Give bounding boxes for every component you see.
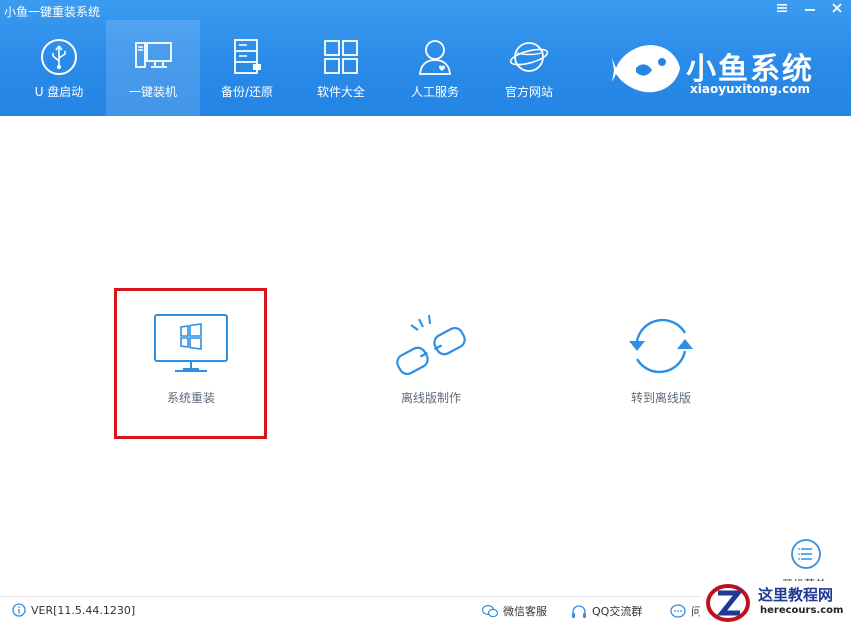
usb-icon: [41, 39, 77, 75]
headset-icon: [572, 604, 586, 618]
nav-item-usb-boot[interactable]: U 盘启动: [12, 20, 106, 116]
watermark-cn: 这里教程网: [758, 586, 834, 604]
watermark-en: herecours.com: [760, 605, 844, 616]
nav-label: 软件大全: [316, 85, 365, 99]
apps-grid-icon: [324, 40, 358, 74]
qq-group-link[interactable]: QQ交流群: [571, 603, 642, 619]
faq-link[interactable]: 问: [670, 603, 702, 619]
watermark-logo-icon: [706, 584, 750, 622]
feature-label: 转到离线版: [630, 391, 691, 405]
nav-item-manual-service[interactable]: 人工服务: [388, 20, 482, 116]
offline-version-make-option[interactable]: 离线版制作: [351, 286, 511, 436]
nav-label: 备份/还原: [220, 85, 274, 99]
desktop-icon: [135, 42, 172, 68]
nav-label: 一键装机: [128, 85, 177, 99]
nav-item-one-click-install[interactable]: 一键装机: [106, 20, 200, 116]
wechat-support-link[interactable]: 微信客服: [482, 603, 547, 619]
globe-icon: [509, 42, 549, 72]
wechat-label: 微信客服: [503, 605, 547, 618]
nav-item-software[interactable]: 软件大全: [294, 20, 388, 116]
wechat-icon: [482, 604, 498, 618]
version-info: VER[11.5.44.1230]: [12, 603, 135, 617]
close-icon[interactable]: [825, 0, 849, 20]
selection-highlight: [114, 288, 267, 439]
fish-logo-icon: [612, 45, 680, 93]
backup-icon: [234, 39, 261, 74]
broken-link-icon: [396, 314, 466, 376]
chat-icon: [670, 603, 686, 618]
list-menu-icon[interactable]: [790, 538, 822, 570]
version-text: VER[11.5.44.1230]: [31, 603, 136, 617]
nav-label: 官方网站: [504, 85, 553, 99]
brand-logo: 小鱼系统 xiaoyuxitong.com: [612, 38, 842, 108]
nav-label: 人工服务: [410, 85, 459, 99]
nav-label: U 盘启动: [34, 85, 84, 99]
window-title: 小鱼一键重装系统: [4, 5, 101, 19]
menu-icon[interactable]: [770, 0, 794, 20]
switch-to-offline-option[interactable]: 转到离线版: [581, 286, 741, 436]
title-header: 小鱼一键重装系统 U 盘启动 一键装机 备份/还原 软件大全 人工服务 官方网站…: [0, 0, 851, 116]
brand-url: xiaoyuxitong.com: [690, 82, 810, 96]
nav-item-official-site[interactable]: 官方网站: [482, 20, 576, 116]
nav-item-backup-restore[interactable]: 备份/还原: [200, 20, 294, 116]
feature-label: 离线版制作: [400, 391, 461, 405]
watermark: 这里教程网 herecours.com: [700, 581, 851, 625]
user-support-icon: [419, 40, 451, 75]
info-icon: [12, 603, 26, 617]
refresh-cycle-icon: [629, 318, 693, 374]
main-nav: U 盘启动 一键装机 备份/还原 软件大全 人工服务 官方网站: [12, 20, 576, 116]
minimize-icon[interactable]: [798, 0, 822, 20]
qq-label: QQ交流群: [592, 605, 643, 618]
